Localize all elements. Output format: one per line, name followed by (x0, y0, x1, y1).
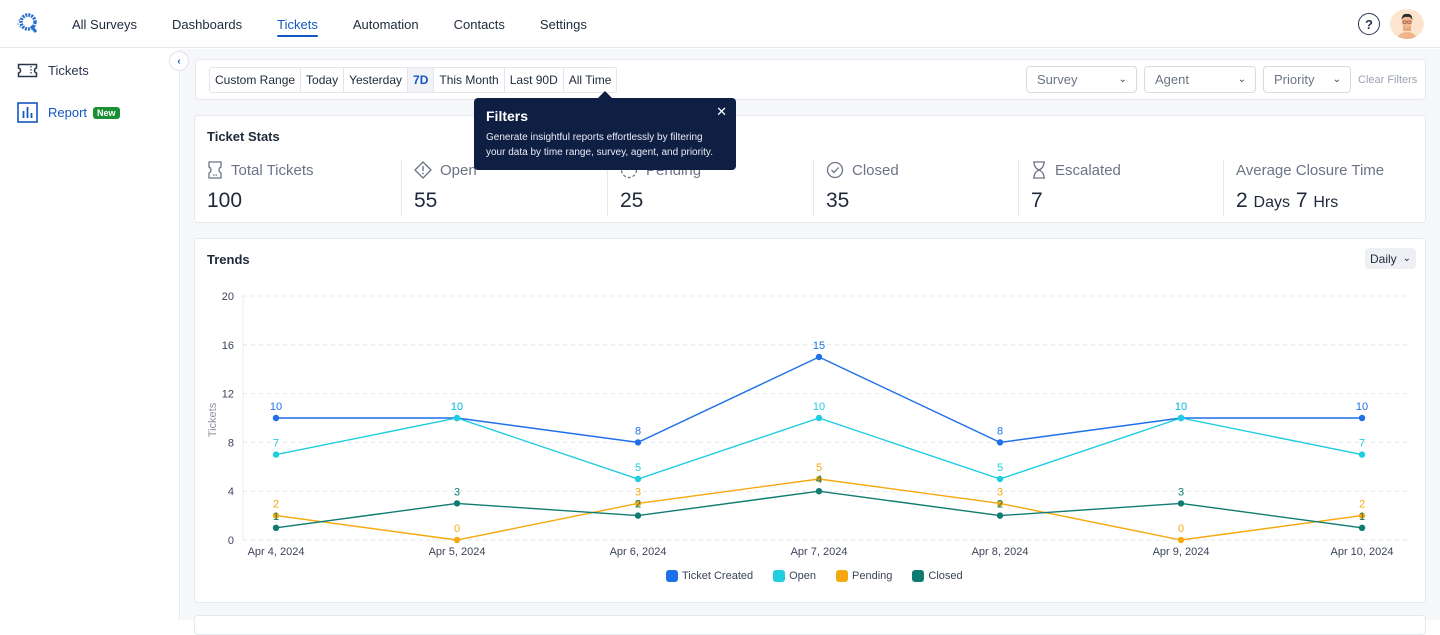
agent-dropdown-label: Agent (1155, 72, 1189, 87)
legend-item[interactable]: Closed (912, 570, 963, 582)
stat-value: 35 (826, 189, 850, 212)
granularity-dropdown[interactable]: Daily ⌄ (1365, 248, 1416, 269)
nav-item-all-surveys[interactable]: All Surveys (72, 0, 137, 48)
alert-icon (414, 161, 432, 179)
sidebar-item-report[interactable]: Report New (17, 102, 120, 123)
range-last-90d[interactable]: Last 90D (504, 68, 564, 92)
legend-swatch (836, 570, 849, 582)
closure-days-unit: Days (1253, 194, 1290, 211)
range-all-time[interactable]: All Time (563, 68, 617, 92)
ticket-stats-title: Ticket Stats (207, 129, 280, 144)
main-nav: All Surveys Dashboards Tickets Automation Co… (72, 0, 622, 48)
stat-closed: Closed 35 (813, 160, 1019, 216)
app-logo-icon[interactable] (14, 10, 40, 36)
trends-card: Trends (194, 238, 1426, 603)
legend-swatch (666, 570, 678, 582)
closure-hours-value: 7 (1295, 189, 1308, 212)
user-avatar[interactable] (1390, 9, 1424, 39)
hourglass-icon (1033, 161, 1045, 179)
check-circle-icon (826, 161, 844, 179)
chevron-down-icon: ⌄ (1332, 74, 1341, 85)
range-today[interactable]: Today (301, 68, 345, 92)
legend-label: Open (789, 570, 817, 582)
nav-item-settings[interactable]: Settings (540, 0, 587, 48)
stat-total-tickets: Total Tickets 100 (195, 160, 401, 216)
stat-value: 7 (1031, 189, 1043, 212)
ticket-icon (208, 161, 222, 179)
legend-swatch (773, 570, 786, 582)
chevron-left-icon: ‹ (177, 55, 181, 67)
chart-legend: Ticket Created Open Pending Closed (666, 570, 983, 582)
nav-item-contacts[interactable]: Contacts (454, 0, 505, 48)
top-navigation: All Surveys Dashboards Tickets Automation Co… (0, 0, 1440, 48)
legend-swatch (912, 570, 925, 582)
range-this-month[interactable]: This Month (434, 68, 505, 92)
stat-value: 55 (414, 189, 438, 212)
chevron-down-icon: ⌄ (1402, 253, 1412, 264)
stat-label: Total Tickets (231, 161, 314, 179)
time-range-selector: Custom Range Today Yesterday 7D This Month La… (209, 67, 618, 93)
closure-hours-unit: Hrs (1313, 194, 1339, 211)
legend-label: Pending (852, 570, 893, 582)
nav-item-tickets[interactable]: Tickets (277, 0, 318, 48)
sidebar-item-label: Report (48, 105, 88, 120)
clear-filters-button[interactable]: Clear Filters (1358, 74, 1417, 86)
next-card (194, 615, 1426, 635)
priority-dropdown[interactable]: Priority ⌄ (1263, 66, 1351, 93)
sidebar: Tickets Report New (0, 49, 180, 620)
stat-escalated: Escalated 7 (1018, 160, 1224, 216)
ticket-stats-card: Ticket Stats Total Tickets 100 Open 55 P… (194, 115, 1426, 223)
sidebar-item-tickets[interactable]: Tickets (17, 63, 89, 78)
collapse-sidebar-button[interactable]: ‹ (169, 51, 189, 71)
bar-chart-icon (17, 102, 38, 123)
stat-label: Closed (852, 161, 899, 179)
agent-dropdown[interactable]: Agent ⌄ (1144, 66, 1256, 93)
stat-label: Average Closure Time (1236, 161, 1385, 179)
main-content: Custom Range Today Yesterday 7D This Month La… (181, 49, 1440, 620)
survey-dropdown-label: Survey (1037, 72, 1078, 87)
closure-days-value: 2 (1236, 189, 1248, 212)
stat-label: Escalated (1055, 161, 1121, 179)
filters-tooltip: Filters Generate insightful reports effo… (474, 91, 736, 170)
close-icon[interactable]: ✕ (716, 104, 727, 120)
range-custom-range[interactable]: Custom Range (210, 68, 302, 92)
legend-label: Ticket Created (682, 570, 754, 582)
stat-average-closure-time: Average Closure Time 2 Days 7 Hrs (1223, 160, 1427, 216)
range-7d[interactable]: 7D (408, 68, 435, 92)
nav-item-dashboards[interactable]: Dashboards (172, 0, 242, 48)
stat-value: 100 (207, 189, 243, 212)
legend-item[interactable]: Ticket Created (666, 570, 753, 582)
help-icon[interactable]: ? (1358, 13, 1380, 35)
survey-dropdown[interactable]: Survey ⌄ (1026, 66, 1137, 93)
legend-label: Closed (928, 570, 963, 582)
tooltip-body: Generate insightful reports effortlessly… (486, 132, 713, 158)
chevron-down-icon: ⌄ (1237, 74, 1246, 85)
trends-title: Trends (207, 252, 250, 267)
legend-item[interactable]: Open (773, 570, 816, 582)
stat-label: Open (440, 161, 477, 179)
chevron-down-icon: ⌄ (1118, 74, 1127, 85)
stat-value: 25 (620, 189, 644, 212)
priority-dropdown-label: Priority (1274, 72, 1315, 87)
new-badge: New (93, 106, 120, 119)
filter-bar: Custom Range Today Yesterday 7D This Month La… (195, 59, 1426, 100)
tooltip-title: Filters (486, 108, 529, 124)
ticket-icon (17, 63, 38, 78)
legend-item[interactable]: Pending (836, 570, 892, 582)
sidebar-item-label: Tickets (48, 63, 89, 78)
avatar-image (1398, 13, 1416, 39)
range-yesterday[interactable]: Yesterday (344, 68, 409, 92)
granularity-label: Daily (1370, 251, 1397, 266)
stat-value: 2 Days 7 Hrs (1236, 189, 1427, 213)
nav-item-automation[interactable]: Automation (353, 0, 419, 48)
